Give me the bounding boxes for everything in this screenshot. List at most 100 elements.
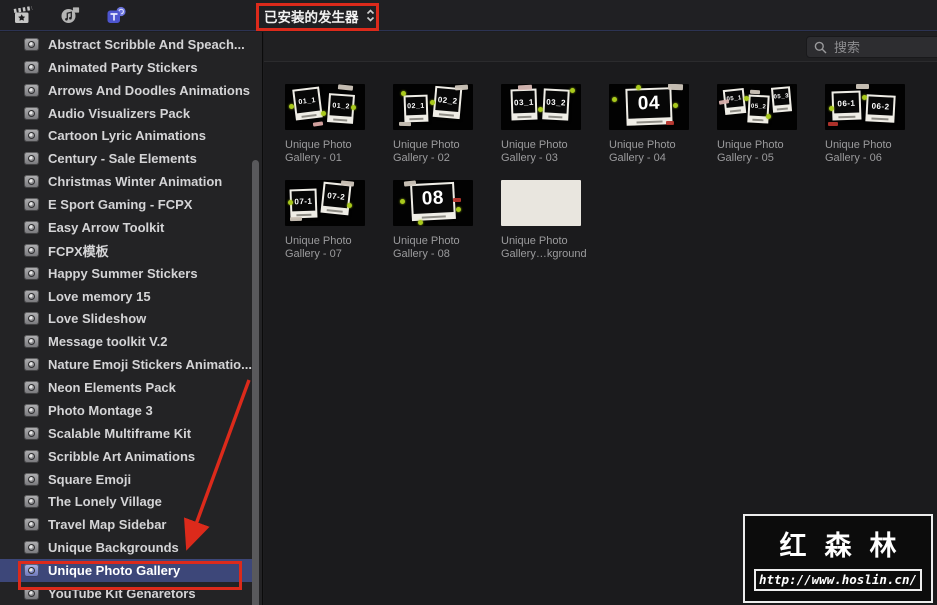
sidebar-item[interactable]: Easy Arrow Toolkit bbox=[0, 216, 252, 239]
generator-thumbnail[interactable]: 02_1 02_2 bbox=[393, 84, 473, 130]
pin-dot bbox=[321, 111, 326, 116]
tape-decoration bbox=[517, 84, 533, 91]
generator-category-sidebar: Abstract Scribble And Speach... Animated … bbox=[0, 32, 263, 605]
sidebar-item[interactable]: Abstract Scribble And Speach... bbox=[0, 33, 252, 56]
generator-category-icon bbox=[24, 472, 39, 486]
fcpx-generators-browser: 已安装的发生器 Abstract Scribble And Speach... A… bbox=[0, 0, 937, 605]
polaroid-frame: 04 bbox=[625, 87, 673, 126]
sidebar-item[interactable]: E Sport Gaming - FCPX bbox=[0, 193, 252, 216]
generator-thumbnail[interactable]: 08 bbox=[393, 180, 473, 226]
polaroid-frame: 03_2 bbox=[542, 88, 570, 121]
generator-category-icon bbox=[24, 152, 39, 166]
sidebar-item-label: Animated Party Stickers bbox=[48, 59, 198, 75]
generator-category-icon bbox=[24, 198, 39, 212]
polaroid-caption bbox=[421, 215, 447, 219]
sidebar-item[interactable]: FCPX模板 bbox=[0, 239, 252, 262]
pin-dot bbox=[289, 104, 294, 109]
polaroid-caption bbox=[729, 109, 742, 113]
pin-dot bbox=[862, 95, 867, 100]
sidebar-item-label: Easy Arrow Toolkit bbox=[48, 219, 165, 235]
search-input[interactable] bbox=[832, 38, 937, 56]
search-field[interactable] bbox=[806, 36, 937, 58]
sidebar-item[interactable]: Century - Sale Elements bbox=[0, 147, 252, 170]
polaroid-frame: 03_1 bbox=[510, 88, 538, 121]
generator-thumbnail[interactable]: 07-1 07-2 bbox=[285, 180, 365, 226]
sidebar-item[interactable]: Christmas Winter Animation bbox=[0, 170, 252, 193]
polaroid-caption bbox=[838, 115, 856, 118]
watermark: 红森林 http://www.hoslin.cn/ bbox=[743, 514, 933, 603]
polaroid-number: 07-2 bbox=[323, 183, 350, 209]
pin-dot bbox=[673, 103, 678, 108]
sidebar-item[interactable]: Unique Backgrounds bbox=[0, 536, 252, 559]
generator-category-icon bbox=[24, 449, 39, 463]
polaroid-caption bbox=[776, 107, 788, 110]
sidebar-item[interactable]: Happy Summer Stickers bbox=[0, 262, 252, 285]
generator-cell: 01_1 01_2 Unique Photo Gallery - 01 bbox=[285, 84, 393, 180]
sidebar-item[interactable]: Travel Map Sidebar bbox=[0, 513, 252, 536]
generator-category-icon bbox=[24, 495, 39, 509]
pin-dot bbox=[636, 85, 641, 90]
sidebar-item-label: E Sport Gaming - FCPX bbox=[48, 197, 193, 213]
sidebar-item-label: Audio Visualizers Pack bbox=[48, 105, 191, 121]
polaroid-frame: 05_3 bbox=[770, 86, 793, 113]
sidebar-item[interactable]: Audio Visualizers Pack bbox=[0, 102, 252, 125]
generator-category-icon bbox=[24, 60, 39, 74]
generator-thumbnail[interactable]: 01_1 01_2 bbox=[285, 84, 365, 130]
effects-browser-button[interactable] bbox=[8, 2, 38, 28]
sidebar-item[interactable]: Square Emoji bbox=[0, 468, 252, 491]
sidebar-scrollbar[interactable] bbox=[252, 160, 259, 605]
polaroid-number: 06-2 bbox=[867, 96, 894, 116]
generator-category-icon bbox=[24, 381, 39, 395]
sidebar-item-label: Travel Map Sidebar bbox=[48, 517, 167, 533]
generator-category-icon bbox=[24, 426, 39, 440]
generator-category-icon bbox=[24, 541, 39, 555]
search-icon bbox=[814, 41, 827, 53]
annotation-box-selected-item bbox=[18, 561, 242, 590]
tape-decoration bbox=[666, 121, 674, 125]
titles-generators-button[interactable] bbox=[101, 2, 132, 28]
sidebar-item[interactable]: Love Slideshow bbox=[0, 308, 252, 331]
sidebar-item[interactable]: Animated Party Stickers bbox=[0, 56, 252, 79]
tape-decoration bbox=[337, 84, 354, 91]
polaroid-caption bbox=[752, 118, 764, 121]
sidebar-item[interactable]: Arrows And Doodles Animations bbox=[0, 79, 252, 102]
generator-thumbnail-label: Unique Photo Gallery - 02 bbox=[393, 139, 460, 164]
sidebar-item[interactable]: Neon Elements Pack bbox=[0, 376, 252, 399]
sidebar-item[interactable]: The Lonely Village bbox=[0, 491, 252, 514]
tape-decoration bbox=[749, 89, 761, 95]
polaroid-number: 05_2 bbox=[749, 96, 768, 117]
generator-thumbnail-label: Unique Photo Gallery - 04 bbox=[609, 139, 676, 164]
sidebar-item[interactable]: Scribble Art Animations bbox=[0, 445, 252, 468]
sidebar-item[interactable]: Photo Montage 3 bbox=[0, 399, 252, 422]
generator-cell: 07-1 07-2 Unique Photo Gallery - 07 bbox=[285, 180, 393, 276]
tape-decoration bbox=[667, 84, 684, 91]
polaroid-caption bbox=[517, 115, 532, 118]
watermark-title: 红森林 bbox=[779, 531, 915, 562]
pin-dot bbox=[347, 203, 352, 208]
generator-thumbnail[interactable]: 05_1 05_2 05_3 bbox=[717, 84, 797, 130]
sidebar-item[interactable]: Love memory 15 bbox=[0, 285, 252, 308]
photos-audio-icon bbox=[61, 6, 80, 23]
sidebar-item[interactable]: Scalable Multiframe Kit bbox=[0, 422, 252, 445]
sidebar-item[interactable]: Message toolkit V.2 bbox=[0, 330, 252, 353]
sidebar-item[interactable]: Nature Emoji Stickers Animatio... bbox=[0, 353, 252, 376]
polaroid-caption bbox=[438, 113, 455, 117]
generator-cell: 04 Unique Photo Gallery - 04 bbox=[609, 84, 717, 180]
pin-dot bbox=[288, 200, 293, 205]
polaroid-number: 03_2 bbox=[544, 90, 568, 114]
generator-thumbnail[interactable]: 06-1 06-2 bbox=[825, 84, 905, 130]
sidebar-item[interactable]: Cartoon Lyric Animations bbox=[0, 125, 252, 148]
generator-thumbnail[interactable]: 04 bbox=[609, 84, 689, 130]
generator-thumbnail[interactable]: 03_1 03_2 bbox=[501, 84, 581, 130]
pin-dot bbox=[612, 97, 617, 102]
sidebar-item-label: Happy Summer Stickers bbox=[48, 265, 198, 281]
pin-dot bbox=[538, 107, 543, 112]
generator-category-icon bbox=[24, 335, 39, 349]
sidebar-item-label: Square Emoji bbox=[48, 471, 132, 487]
polaroid-caption bbox=[548, 115, 563, 118]
generator-thumbnail[interactable] bbox=[501, 180, 581, 226]
photos-audio-button[interactable] bbox=[56, 2, 85, 28]
annotation-box-dropdown bbox=[256, 3, 379, 31]
polaroid-frame: 07-2 bbox=[320, 181, 352, 216]
generator-cell: 02_1 02_2 Unique Photo Gallery - 02 bbox=[393, 84, 501, 180]
